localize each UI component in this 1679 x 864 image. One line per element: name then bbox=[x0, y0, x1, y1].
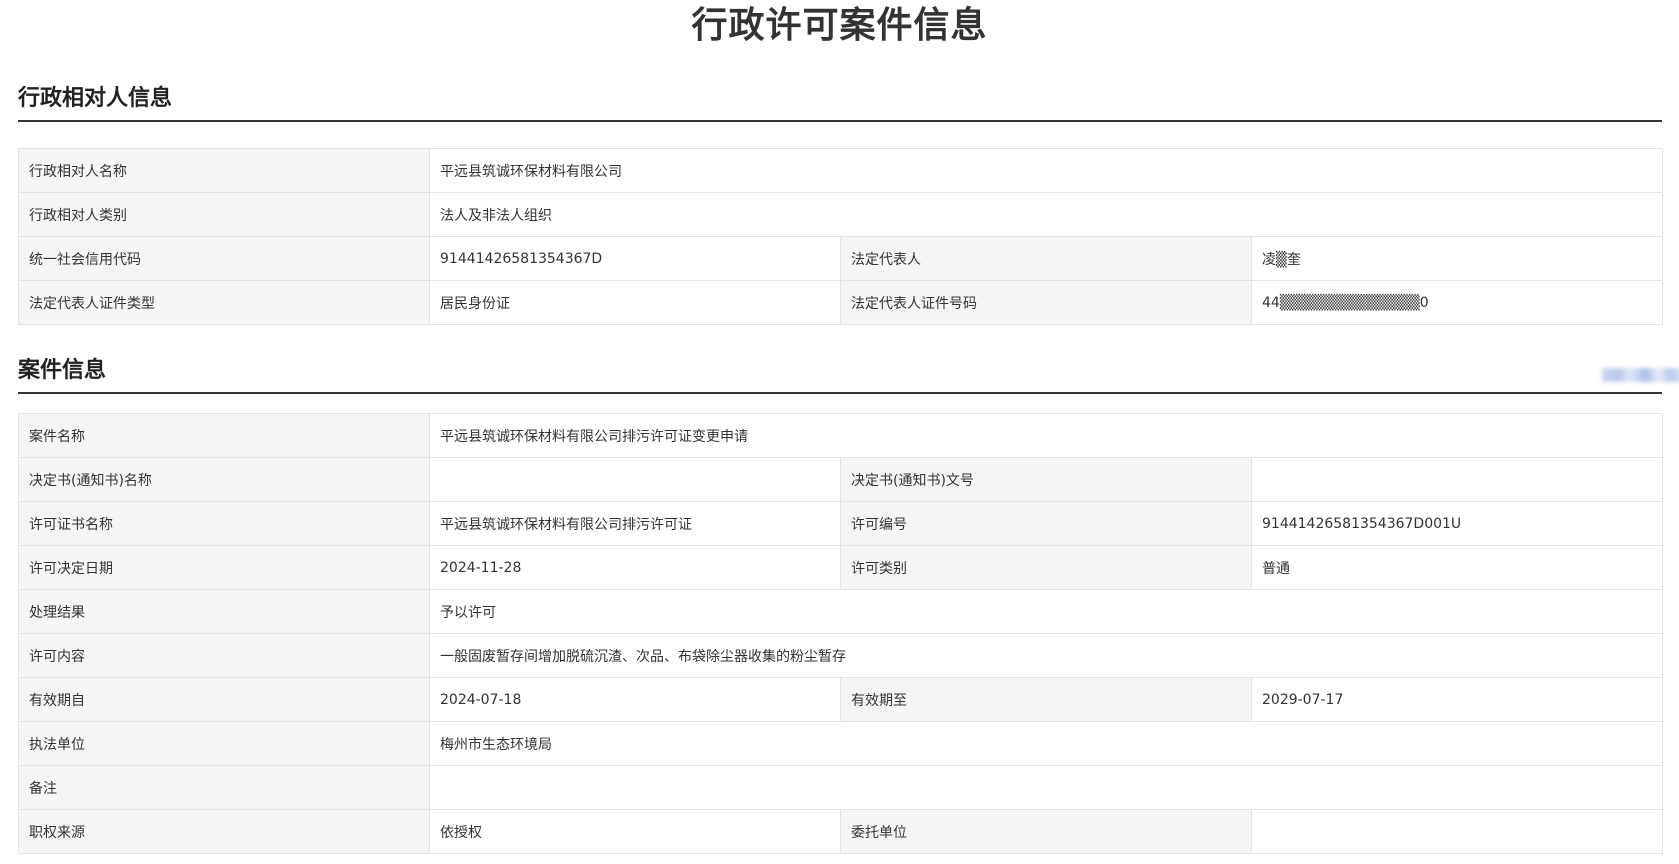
table-row: 统一社会信用代码 91441426581354367D 法定代表人 凌▒奎 bbox=[18, 236, 1664, 281]
case-info-section: 案件信息 案件名称 平远县筑诚环保材料有限公司排污许可证变更申请 决定书(通知书… bbox=[18, 352, 1679, 854]
field-label: 备注 bbox=[18, 765, 430, 810]
field-value: 依授权 bbox=[429, 809, 841, 854]
table-row: 行政相对人类别 法人及非法人组织 bbox=[18, 192, 1664, 237]
field-value bbox=[428, 765, 1664, 810]
table-row: 有效期自 2024-07-18 有效期至 2029-07-17 bbox=[18, 677, 1664, 722]
field-value: 普通 bbox=[1250, 545, 1664, 590]
field-label: 许可类别 bbox=[840, 545, 1252, 590]
field-value: 2024-07-18 bbox=[429, 677, 841, 722]
field-value: 91441426581354367D bbox=[429, 236, 841, 281]
field-label: 有效期自 bbox=[18, 677, 430, 722]
field-label: 处理结果 bbox=[18, 589, 430, 634]
table-row: 行政相对人名称 平远县筑诚环保材料有限公司 bbox=[18, 148, 1664, 193]
table-row: 许可内容 一般固废暂存间增加脱硫沉渣、次品、布袋除尘器收集的粉尘暂存 bbox=[18, 633, 1664, 678]
field-value: 平远县筑诚环保材料有限公司排污许可证 bbox=[429, 501, 841, 546]
field-label: 职权来源 bbox=[18, 809, 430, 854]
table-row: 执法单位 梅州市生态环境局 bbox=[18, 721, 1664, 766]
id-number-value: 44▒▒▒▒▒▒▒▒▒▒▒▒▒0 bbox=[1250, 280, 1664, 325]
field-value: 2024-11-28 bbox=[429, 545, 841, 590]
field-label: 行政相对人类别 bbox=[18, 192, 430, 237]
field-value: 91441426581354367D001U bbox=[1250, 501, 1664, 546]
field-label: 案件名称 bbox=[18, 413, 430, 458]
table-row: 处理结果 予以许可 bbox=[18, 589, 1664, 634]
field-label: 法定代表人证件号码 bbox=[840, 280, 1252, 325]
field-label: 法定代表人 bbox=[840, 236, 1252, 281]
field-value: 予以许可 bbox=[428, 589, 1664, 634]
case-info-table: 案件名称 平远县筑诚环保材料有限公司排污许可证变更申请 决定书(通知书)名称 决… bbox=[18, 413, 1664, 854]
section-title: 案件信息 bbox=[18, 358, 107, 383]
field-label: 法定代表人证件类型 bbox=[18, 280, 430, 325]
table-row: 案件名称 平远县筑诚环保材料有限公司排污许可证变更申请 bbox=[18, 413, 1664, 458]
section-title: 行政相对人信息 bbox=[18, 86, 173, 111]
table-row: 许可决定日期 2024-11-28 许可类别 普通 bbox=[18, 545, 1664, 590]
field-label: 许可证书名称 bbox=[18, 501, 430, 546]
blurred-watermark bbox=[1602, 368, 1679, 382]
page-title: 行政许可案件信息 bbox=[691, 5, 988, 46]
table-row: 备注 bbox=[18, 765, 1664, 810]
field-value bbox=[1250, 809, 1664, 854]
field-value: 平远县筑诚环保材料有限公司 bbox=[428, 148, 1664, 193]
field-value: 梅州市生态环境局 bbox=[428, 721, 1664, 766]
field-value: 2029-07-17 bbox=[1250, 677, 1664, 722]
section-header: 行政相对人信息 bbox=[18, 80, 1662, 122]
field-value bbox=[1250, 457, 1664, 502]
table-row: 决定书(通知书)名称 决定书(通知书)文号 bbox=[18, 457, 1664, 502]
field-label: 有效期至 bbox=[840, 677, 1252, 722]
field-label: 决定书(通知书)名称 bbox=[18, 457, 430, 502]
field-label: 执法单位 bbox=[18, 721, 430, 766]
field-value: 一般固废暂存间增加脱硫沉渣、次品、布袋除尘器收集的粉尘暂存 bbox=[428, 633, 1664, 678]
legal-representative-value: 凌▒奎 bbox=[1250, 236, 1664, 281]
field-label: 许可编号 bbox=[840, 501, 1252, 546]
table-row: 法定代表人证件类型 居民身份证 法定代表人证件号码 44▒▒▒▒▒▒▒▒▒▒▒▒… bbox=[18, 280, 1664, 325]
table-row: 职权来源 依授权 委托单位 bbox=[18, 809, 1664, 854]
section-header: 案件信息 bbox=[18, 352, 1679, 394]
party-info-section: 行政相对人信息 行政相对人名称 平远县筑诚环保材料有限公司 行政相对人类别 法人… bbox=[18, 80, 1664, 325]
field-value bbox=[429, 457, 841, 502]
field-label: 委托单位 bbox=[840, 809, 1252, 854]
field-value: 法人及非法人组织 bbox=[428, 192, 1664, 237]
table-row: 许可证书名称 平远县筑诚环保材料有限公司排污许可证 许可编号 914414265… bbox=[18, 501, 1664, 546]
field-label: 决定书(通知书)文号 bbox=[840, 457, 1252, 502]
field-label: 许可决定日期 bbox=[18, 545, 430, 590]
field-label: 行政相对人名称 bbox=[18, 148, 430, 193]
party-info-table: 行政相对人名称 平远县筑诚环保材料有限公司 行政相对人类别 法人及非法人组织 统… bbox=[18, 148, 1664, 325]
field-value: 平远县筑诚环保材料有限公司排污许可证变更申请 bbox=[428, 413, 1664, 458]
field-label: 许可内容 bbox=[18, 633, 430, 678]
field-value: 居民身份证 bbox=[429, 280, 841, 325]
field-label: 统一社会信用代码 bbox=[18, 236, 430, 281]
